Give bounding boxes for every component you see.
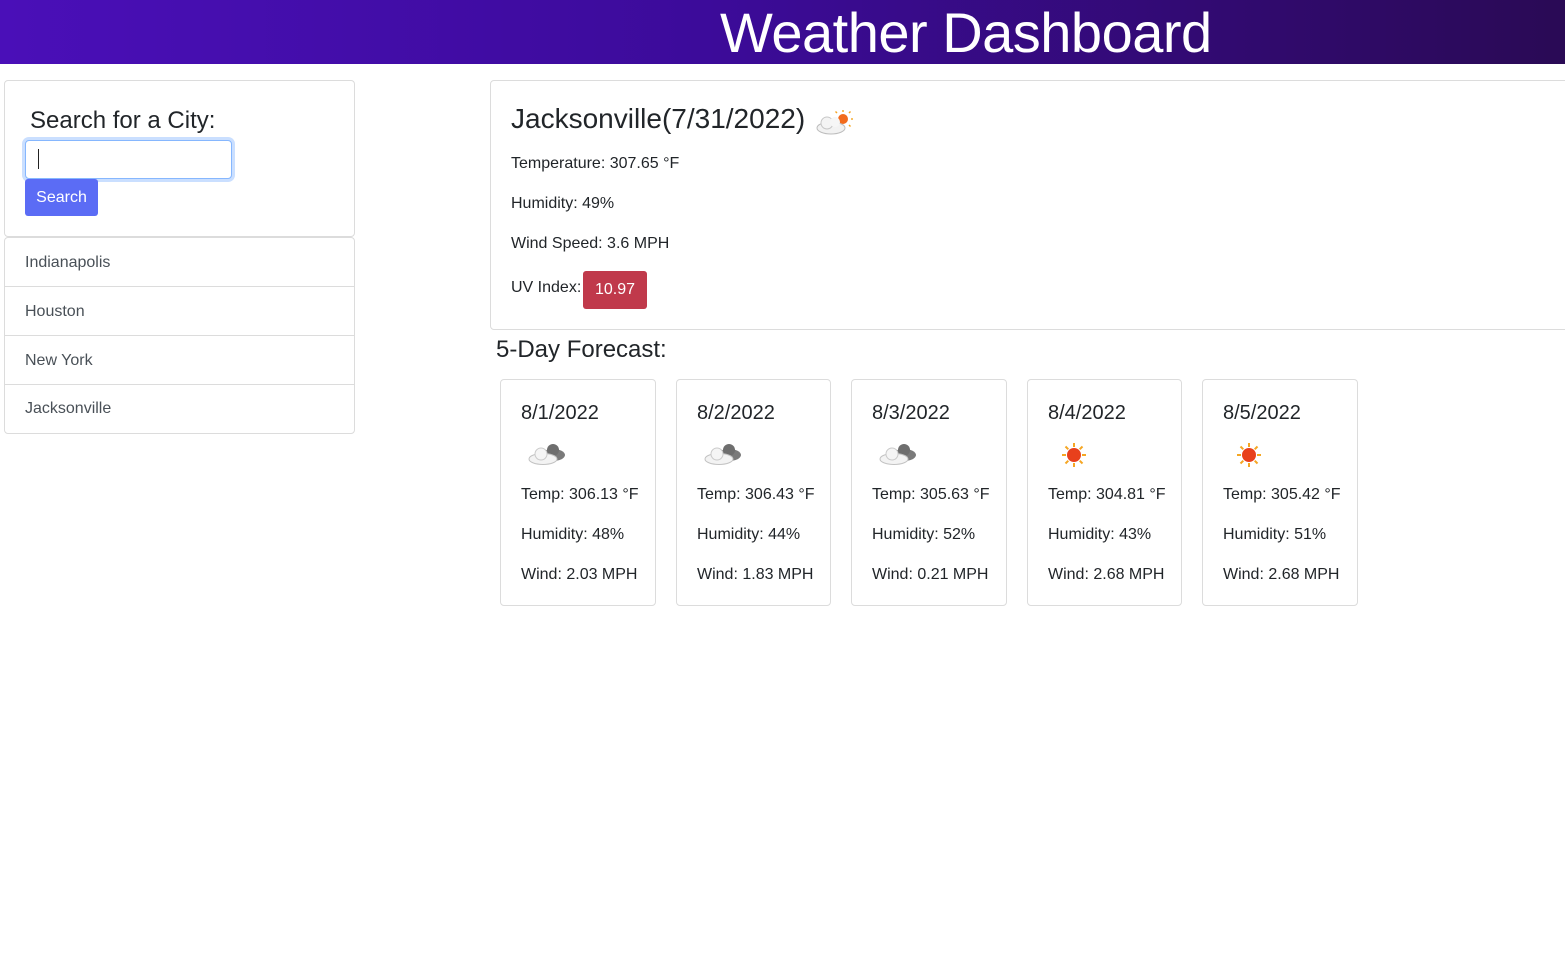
forecast-temp: Temp: 306.43 °F — [697, 486, 815, 503]
cloudy-icon — [704, 444, 741, 465]
forecast-wind: Wind: 2.68 MPH — [1048, 566, 1165, 583]
history-item-new-york[interactable]: New York — [5, 336, 354, 385]
forecast-card-day-2: 8/2/2022 Temp: 306.43 °F Humidity: 44% W… — [676, 379, 831, 606]
forecast-humidity: Humidity: 52% — [872, 526, 976, 543]
text-caret — [38, 149, 39, 169]
page-header: Weather Dashboard — [0, 0, 1565, 64]
sun-icon — [1062, 443, 1086, 467]
forecast-temp: Temp: 305.42 °F — [1223, 486, 1341, 503]
forecast-date: 8/1/2022 — [521, 402, 599, 424]
forecast-date: 8/4/2022 — [1048, 402, 1126, 424]
city-search-input[interactable] — [25, 140, 232, 179]
forecast-wind: Wind: 2.68 MPH — [1223, 566, 1340, 583]
forecast-card-day-1: 8/1/2022 Temp: 306.13 °F Humidity: 48% W… — [500, 379, 656, 606]
forecast-wind: Wind: 1.83 MPH — [697, 566, 814, 583]
forecast-wind: Wind: 0.21 MPH — [872, 566, 989, 583]
history-item-indianapolis[interactable]: Indianapolis — [5, 238, 354, 287]
history-item-jacksonville[interactable]: Jacksonville — [5, 385, 354, 433]
forecast-humidity: Humidity: 51% — [1223, 526, 1327, 543]
forecast-humidity: Humidity: 48% — [521, 526, 625, 543]
uv-index-badge: 10.97 — [583, 271, 647, 309]
current-wind-speed: Wind Speed: 3.6 MPH — [511, 235, 670, 252]
current-humidity: Humidity: 49% — [511, 195, 615, 212]
forecast-date: 8/3/2022 — [872, 402, 950, 424]
cloudy-icon — [879, 444, 916, 465]
search-history-list: Indianapolis Houston New York Jacksonvil… — [4, 237, 355, 434]
current-temperature: Temperature: 307.65 °F — [511, 155, 680, 172]
forecast-temp: Temp: 306.13 °F — [521, 486, 639, 503]
sun-icon — [1237, 443, 1261, 467]
current-weather-card: Jacksonville(7/31/2022) Temperature: 307… — [490, 80, 1565, 330]
forecast-heading: 5-Day Forecast: — [496, 336, 667, 363]
history-item-houston[interactable]: Houston — [5, 287, 354, 336]
search-panel: Search for a City: Search — [4, 80, 355, 237]
forecast-card-day-5: 8/5/2022 Temp: 305.42 °F Humidity: 51% W… — [1202, 379, 1358, 606]
forecast-card-day-4: 8/4/2022 Temp: 304.81 °F Humidity: 43% W… — [1027, 379, 1182, 606]
forecast-humidity: Humidity: 43% — [1048, 526, 1152, 543]
forecast-date: 8/2/2022 — [697, 402, 775, 424]
search-button[interactable]: Search — [25, 179, 98, 216]
uv-index-label: UV Index: — [511, 279, 582, 296]
forecast-humidity: Humidity: 44% — [697, 526, 801, 543]
forecast-card-day-3: 8/3/2022 Temp: 305.63 °F Humidity: 52% W… — [851, 379, 1007, 606]
forecast-wind: Wind: 2.03 MPH — [521, 566, 638, 583]
forecast-temp: Temp: 304.81 °F — [1048, 486, 1166, 503]
current-city-date: Jacksonville(7/31/2022) — [511, 103, 806, 134]
search-heading: Search for a City: — [30, 107, 216, 134]
forecast-date: 8/5/2022 — [1223, 402, 1301, 424]
cloudy-icon — [528, 444, 565, 465]
forecast-temp: Temp: 305.63 °F — [872, 486, 990, 503]
cloud-sun-icon — [816, 110, 853, 135]
page-title: Weather Dashboard — [720, 1, 1212, 64]
